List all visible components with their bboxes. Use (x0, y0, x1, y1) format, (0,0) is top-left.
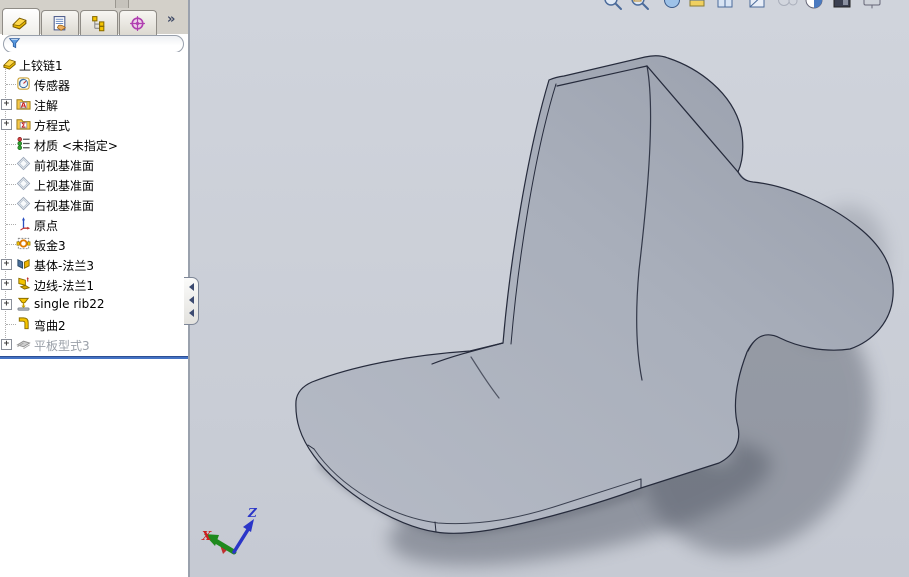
propertymanager-tab-icon (51, 15, 68, 32)
tab-propertymanager[interactable] (41, 10, 79, 35)
view-settings-icon[interactable] (863, 0, 881, 9)
sketched-bend-icon (16, 316, 31, 331)
part-icon (2, 56, 17, 71)
section-view-icon[interactable] (689, 0, 705, 7)
equations-folder-icon (16, 116, 31, 131)
tab-overflow-chevron[interactable]: » (167, 12, 175, 27)
edit-appearance-icon[interactable] (805, 0, 823, 9)
panel-top-notch (115, 0, 129, 8)
display-style-icon[interactable] (749, 0, 765, 8)
tree-item-sensors[interactable]: 传感器 (0, 74, 186, 94)
tree-item-edge-flange[interactable]: + 边线-法兰1 (0, 274, 186, 294)
panel-splitter-handle[interactable] (184, 277, 199, 325)
triad-x-label: X (201, 529, 212, 543)
tree-item-equations[interactable]: + 方程式 (0, 114, 186, 134)
material-icon (16, 136, 31, 151)
zoom-area-icon[interactable] (631, 0, 649, 10)
zoom-fit-icon[interactable] (604, 0, 622, 10)
tree-item-front-plane[interactable]: 前视基准面 (0, 154, 186, 174)
tree-item-sheet-metal[interactable]: 钣金3 (0, 234, 186, 254)
forming-tool-icon (16, 296, 31, 311)
tree-item-flat-pattern[interactable]: + 平板型式3 (0, 334, 186, 354)
edge-flange-icon (16, 276, 31, 291)
view-orientation-icon[interactable] (717, 0, 733, 8)
expand-toggle[interactable]: + (1, 279, 12, 290)
panel-tab-bar: » (0, 8, 188, 35)
apply-scene-icon[interactable] (833, 0, 851, 8)
expand-toggle[interactable]: + (1, 259, 12, 270)
base-flange-icon (16, 256, 31, 271)
tree-item-top-plane[interactable]: 上视基准面 (0, 174, 186, 194)
flat-pattern-icon (16, 336, 31, 351)
previous-view-icon[interactable] (664, 0, 680, 8)
sheet-metal-icon (16, 236, 31, 251)
tab-dimxpertmanager[interactable] (119, 10, 157, 35)
model-scene[interactable]: X Z (190, 0, 909, 577)
heads-up-view-toolbar[interactable] (604, 0, 881, 10)
expand-toggle[interactable]: + (1, 119, 12, 130)
origin-icon (16, 216, 31, 231)
plane-icon (16, 156, 31, 171)
tree-item-right-plane[interactable]: 右视基准面 (0, 194, 186, 214)
hide-show-icon[interactable] (778, 0, 798, 6)
rollback-bar[interactable] (0, 356, 188, 359)
expand-toggle[interactable]: + (1, 299, 12, 310)
featuremanager-tab-icon (11, 14, 28, 31)
tab-featuremanager[interactable] (2, 8, 40, 35)
featuremanager-panel: » 上铰链1 传感器 + 注解 + 方程式 材质 <未指定> 前视基准面 上视基… (0, 0, 190, 577)
tree-item-single-rib[interactable]: + single rib22 (0, 294, 186, 314)
configurationmanager-tab-icon (90, 15, 107, 32)
filter-funnel-icon (8, 37, 21, 50)
tree-filter-input[interactable] (3, 35, 184, 53)
annotations-folder-icon (16, 96, 31, 111)
sensors-icon (16, 76, 31, 91)
dimxpertmanager-tab-icon (129, 15, 146, 32)
plane-icon (16, 176, 31, 191)
triad-z-label: Z (247, 506, 258, 520)
expand-toggle[interactable]: + (1, 339, 12, 350)
tree-item-base-flange[interactable]: + 基体-法兰3 (0, 254, 186, 274)
tree-item-annotations[interactable]: + 注解 (0, 94, 186, 114)
feature-tree: 上铰链1 传感器 + 注解 + 方程式 材质 <未指定> 前视基准面 上视基准面… (0, 52, 186, 357)
tree-item-material[interactable]: 材质 <未指定> (0, 134, 186, 154)
tab-configurationmanager[interactable] (80, 10, 118, 35)
panel-top-strip (0, 0, 188, 8)
plane-icon (16, 196, 31, 211)
expand-toggle[interactable]: + (1, 99, 12, 110)
solidworks-window: » 上铰链1 传感器 + 注解 + 方程式 材质 <未指定> 前视基准面 上视基… (0, 0, 909, 577)
reference-triad: X Z (201, 506, 258, 555)
graphics-viewport[interactable]: X Z (190, 0, 909, 577)
tree-item-bend[interactable]: 弯曲2 (0, 314, 186, 334)
tree-root-part[interactable]: 上铰链1 (0, 54, 186, 74)
tree-item-origin[interactable]: 原点 (0, 214, 186, 234)
